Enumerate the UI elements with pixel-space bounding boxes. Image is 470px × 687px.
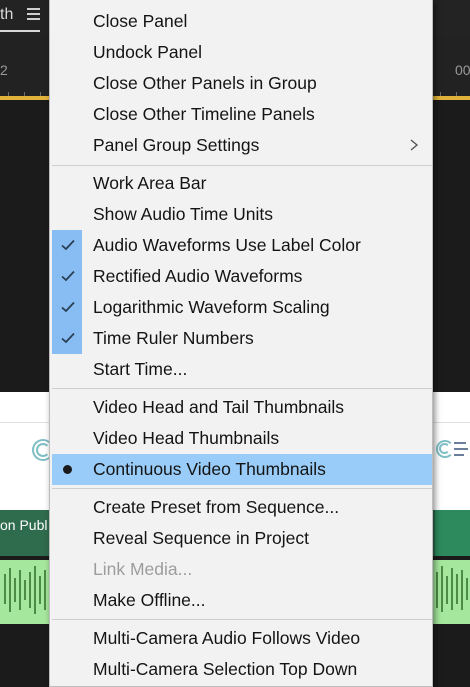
thumbnail-logo-icon [32,437,54,463]
check-gutter [52,230,82,261]
menu-item-label: Close Panel [93,11,188,31]
menu-item-label: Panel Group Settings [93,135,260,155]
menu-item-label: Multi-Camera Selection Top Down [93,659,358,679]
menu-item-show-audio-time-units[interactable]: Show Audio Time Units [52,199,432,230]
menu-item-label: Make Offline... [93,590,206,610]
audio-clip[interactable] [0,560,50,624]
checkmark-icon [61,239,75,251]
menu-item-multi-camera-selection-top-down[interactable]: Multi-Camera Selection Top Down [52,654,432,685]
check-gutter [52,261,82,292]
menu-item-label: Time Ruler Numbers [93,328,254,348]
menu-item-link-media: Link Media... [52,554,432,585]
menu-item-make-offline[interactable]: Make Offline... [52,585,432,616]
menu-item-label: Audio Waveforms Use Label Color [93,235,361,255]
menu-item-label: Multi-Camera Audio Follows Video [93,628,361,648]
menu-separator [52,619,432,620]
menu-item-reveal-sequence-in-project[interactable]: Reveal Sequence in Project [52,523,432,554]
check-gutter [52,292,82,323]
menu-item-rectified-audio-waveforms[interactable]: Rectified Audio Waveforms [52,261,432,292]
sequence-tab-label[interactable]: th [0,6,13,24]
menu-item-label: Video Head and Tail Thumbnails [93,397,345,417]
menu-item-close-other-timeline-panels[interactable]: Close Other Timeline Panels [52,99,432,130]
menu-item-label: Start Time... [93,359,188,379]
panel-menu-icon[interactable] [27,8,40,22]
checkmark-icon [61,301,75,313]
menu-item-video-head-thumbnails[interactable]: Video Head Thumbnails [52,423,432,454]
menu-item-label: Rectified Audio Waveforms [93,266,303,286]
menu-separator [52,388,432,389]
clip-name: on Publ [0,517,48,533]
ruler-number: 00 [455,62,470,78]
menu-item-undock-panel[interactable]: Undock Panel [52,37,432,68]
check-gutter [52,323,82,354]
radio-dot-icon [63,465,72,474]
menu-item-video-head-and-tail-thumbnails[interactable]: Video Head and Tail Thumbnails [52,392,432,423]
active-tab-underline [0,30,40,32]
menu-item-label: Create Preset from Sequence... [93,497,340,517]
menu-item-multi-camera-audio-follows-video[interactable]: Multi-Camera Audio Follows Video [52,623,432,654]
menu-item-label: Undock Panel [93,42,202,62]
menu-item-label: Work Area Bar [93,173,207,193]
radio-gutter [52,454,82,485]
video-clip[interactable] [435,510,470,556]
audio-clip[interactable] [432,560,470,624]
menu-item-start-time[interactable]: Start Time... [52,354,432,385]
menu-item-label: Close Other Timeline Panels [93,104,315,124]
menu-item-continuous-video-thumbnails[interactable]: Continuous Video Thumbnails [52,454,432,485]
menu-item-work-area-bar[interactable]: Work Area Bar [52,168,432,199]
menu-item-close-other-panels-in-group[interactable]: Close Other Panels in Group [52,68,432,99]
menu-item-label: Logarithmic Waveform Scaling [93,297,330,317]
menu-item-time-ruler-numbers[interactable]: Time Ruler Numbers [52,323,432,354]
menu-item-label: Continuous Video Thumbnails [93,459,326,479]
menu-item-label: Show Audio Time Units [93,204,273,224]
ruler-number: 2 [0,62,8,78]
thumbnail-logo-icon [436,440,470,466]
menu-item-audio-waveforms-use-label-color[interactable]: Audio Waveforms Use Label Color [52,230,432,261]
chevron-right-icon [410,139,419,151]
menu-item-label: Close Other Panels in Group [93,73,317,93]
timeline-panel-context-menu: Close Panel Undock Panel Close Other Pan… [49,0,433,687]
menu-separator [52,165,432,166]
checkmark-icon [61,332,75,344]
menu-item-close-panel[interactable]: Close Panel [52,6,432,37]
menu-item-label: Link Media... [93,559,193,579]
menu-item-label: Reveal Sequence in Project [93,528,309,548]
menu-item-logarithmic-waveform-scaling[interactable]: Logarithmic Waveform Scaling [52,292,432,323]
menu-item-label: Video Head Thumbnails [93,428,280,448]
menu-separator [52,488,432,489]
checkmark-icon [61,270,75,282]
menu-item-panel-group-settings[interactable]: Panel Group Settings [52,130,432,161]
menu-item-create-preset-from-sequence[interactable]: Create Preset from Sequence... [52,492,432,523]
